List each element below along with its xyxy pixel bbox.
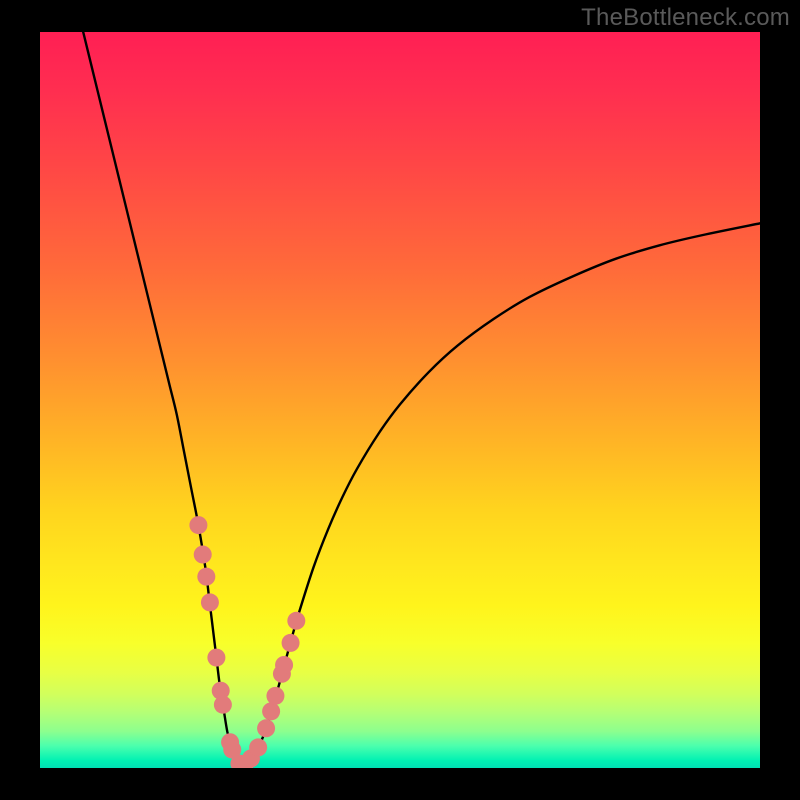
curve-marker <box>266 687 284 705</box>
watermark-text: TheBottleneck.com <box>581 4 790 32</box>
curve-marker <box>275 656 293 674</box>
curve-marker <box>262 702 280 720</box>
curve-marker <box>287 612 305 630</box>
curve-marker <box>189 516 207 534</box>
curve-marker <box>194 546 212 564</box>
curve-svg <box>40 32 760 768</box>
plot-area <box>40 32 760 768</box>
bottleneck-curve <box>83 32 760 766</box>
curve-marker <box>257 719 275 737</box>
curve-marker <box>207 649 225 667</box>
curve-marker <box>214 696 232 714</box>
curve-marker <box>201 593 219 611</box>
curve-marker <box>249 738 267 756</box>
curve-marker <box>282 634 300 652</box>
curve-marker <box>197 568 215 586</box>
